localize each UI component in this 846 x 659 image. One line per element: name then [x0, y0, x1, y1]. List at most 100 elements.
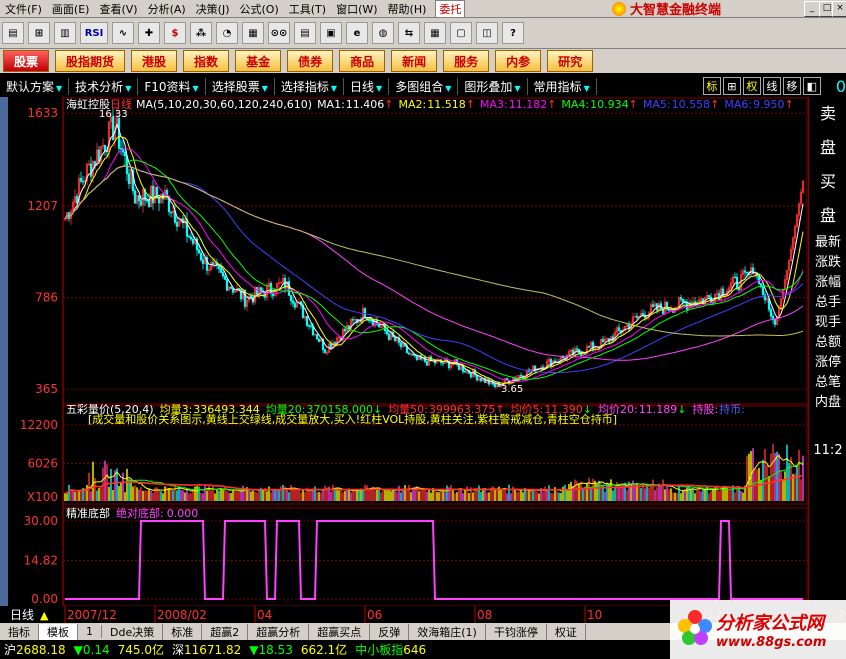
volume-bar [188, 493, 190, 501]
volume-bar [582, 487, 584, 501]
volume-bar [590, 488, 592, 501]
indicator-tab-9[interactable]: 效海箱庄(1) [409, 623, 486, 640]
volume-bar [594, 480, 596, 501]
sub-menu-8[interactable]: 常用指标 ▼ [528, 77, 597, 95]
candle-body [681, 299, 685, 303]
nav-tab-8[interactable]: 服务 [443, 50, 490, 72]
menu-item-4[interactable]: 决策(J) [191, 1, 235, 17]
side-1[interactable]: 盘 [809, 131, 846, 165]
crosshair-icon[interactable]: ✚ [138, 22, 160, 44]
toggle-5[interactable]: ◧ [802, 77, 821, 95]
indicator-tab-5[interactable]: 超赢2 [202, 623, 249, 640]
volume-bar [446, 485, 448, 501]
menu-item-7[interactable]: 窗口(W) [331, 1, 382, 17]
side-0[interactable]: 卖 [809, 97, 846, 131]
sub-menu-label: 默认方案 [6, 79, 55, 94]
sub-menu-2[interactable]: F10资料 ▼ [138, 77, 206, 95]
nav-tab-2[interactable]: 港股 [131, 50, 178, 72]
indicator-tab-10[interactable]: 干钧涨停 [486, 623, 547, 640]
sub-menu-1[interactable]: 技术分析 ▼ [69, 77, 139, 95]
x-axis-tick: 04 [257, 608, 272, 622]
volume-bar [728, 489, 730, 501]
volume-bar [174, 485, 176, 501]
menu-item-0[interactable]: 文件(F) [0, 1, 47, 17]
sub-menu-label: 技术分析 [75, 79, 124, 94]
volume-bar [98, 488, 100, 501]
bar-chart-icon[interactable]: ▥ [54, 22, 76, 44]
sub-menu-5[interactable]: 日线 ▼ [344, 77, 390, 95]
trade-icon[interactable]: ⇆ [398, 22, 420, 44]
scroll-arrow-icon[interactable]: ▲ [40, 609, 49, 622]
globe-icon[interactable]: ◍ [372, 22, 394, 44]
nav-tab-3[interactable]: 指数 [183, 50, 230, 72]
box-icon[interactable]: ▢ [450, 22, 472, 44]
sub-menu-4[interactable]: 选择指标 ▼ [275, 77, 345, 95]
menu-item-2[interactable]: 查看(V) [94, 1, 142, 17]
minimize-icon[interactable]: _ [804, 1, 820, 17]
side-2[interactable]: 买 [809, 165, 846, 199]
indicator-tab-11[interactable]: 权证 [547, 623, 586, 640]
volume-bar [468, 493, 470, 501]
nav-tab-1[interactable]: 股指期货 [55, 50, 126, 72]
grid-icon[interactable]: ⊞ [28, 22, 50, 44]
toggle-4[interactable]: 移 [782, 77, 801, 95]
toggle-1[interactable]: ⊞ [722, 77, 741, 95]
menu-item-3[interactable]: 分析(A) [143, 1, 191, 17]
menu-item-8[interactable]: 帮助(H) [383, 1, 432, 17]
nav-tab-6[interactable]: 商品 [339, 50, 386, 72]
indicator-tab-4[interactable]: 标准 [163, 623, 203, 640]
status-value: 0.14 [82, 642, 110, 657]
report-icon[interactable]: ▦ [242, 22, 264, 44]
layout-icon[interactable]: ▤ [2, 22, 24, 44]
volume-bar [398, 485, 400, 501]
menu-item-5[interactable]: 公式(O) [235, 1, 284, 17]
menu-item-6[interactable]: 工具(T) [284, 1, 331, 17]
weituo-button[interactable]: 委托 [435, 0, 466, 18]
binoculars-icon[interactable]: ⊙⊙ [268, 22, 290, 44]
left-side-strip[interactable] [0, 97, 8, 607]
nav-tab-0[interactable]: 股票 [3, 50, 50, 72]
sub-menu-7[interactable]: 图形叠加 ▼ [458, 77, 528, 95]
volume-bar [202, 493, 204, 501]
help-icon[interactable]: ? [502, 22, 524, 44]
side-3[interactable]: 盘 [809, 199, 846, 233]
volume-bar [118, 486, 120, 501]
indicator-tab-1[interactable]: 模板 [39, 623, 78, 640]
ie-icon[interactable]: e [346, 22, 368, 44]
sub-menu-3[interactable]: 选择股票 ▼ [206, 77, 275, 95]
sub-menu-0[interactable]: 默认方案 ▼ [0, 77, 70, 95]
toggle-3[interactable]: 线 [762, 77, 781, 95]
nav-tab-9[interactable]: 内参 [495, 50, 542, 72]
volume-bar [746, 455, 748, 501]
news-icon[interactable]: ▤ [294, 22, 316, 44]
line-icon[interactable]: ∿ [112, 22, 134, 44]
indicator-tab-6[interactable]: 超赢分析 [248, 623, 310, 640]
network-icon[interactable]: ⁂ [190, 22, 212, 44]
sub-menu-label: 日线 [350, 79, 375, 94]
indicator-tab-0[interactable]: 指标 [0, 623, 39, 640]
pie-icon[interactable]: ◔ [216, 22, 238, 44]
close-icon[interactable]: × [832, 1, 846, 17]
indicator-tab-3[interactable]: Dde决策 [102, 623, 164, 640]
volume-bar [650, 485, 652, 501]
window-icon[interactable]: ◫ [476, 22, 498, 44]
nav-tab-4[interactable]: 基金 [235, 50, 282, 72]
candle-body [761, 286, 765, 295]
nav-tab-7[interactable]: 新闻 [391, 50, 438, 72]
dollar-icon[interactable]: $ [164, 22, 186, 44]
volume-bar [464, 488, 466, 501]
indicator-tab-7[interactable]: 超赢买点 [309, 623, 371, 640]
nav-tab-10[interactable]: 研究 [547, 50, 594, 72]
toggle-0[interactable]: 标 [702, 77, 721, 95]
indicator-tab-8[interactable]: 反弹 [370, 623, 410, 640]
stock-chart[interactable]: 1633120778636516.333.65海虹控股日线 MA(5,10,20,… [8, 97, 808, 607]
doc-icon[interactable]: ▣ [320, 22, 342, 44]
rsi-button[interactable]: RSI [80, 22, 108, 44]
toggle-2[interactable]: 权 [742, 77, 761, 95]
volume-bar [578, 483, 580, 501]
menu-item-1[interactable]: 画面(E) [47, 1, 95, 17]
nav-tab-5[interactable]: 债券 [287, 50, 334, 72]
calc-icon[interactable]: ▦ [424, 22, 446, 44]
sub-menu-6[interactable]: 多图组合 ▼ [389, 77, 459, 95]
indicator-tab-2[interactable]: 1 [78, 625, 102, 638]
